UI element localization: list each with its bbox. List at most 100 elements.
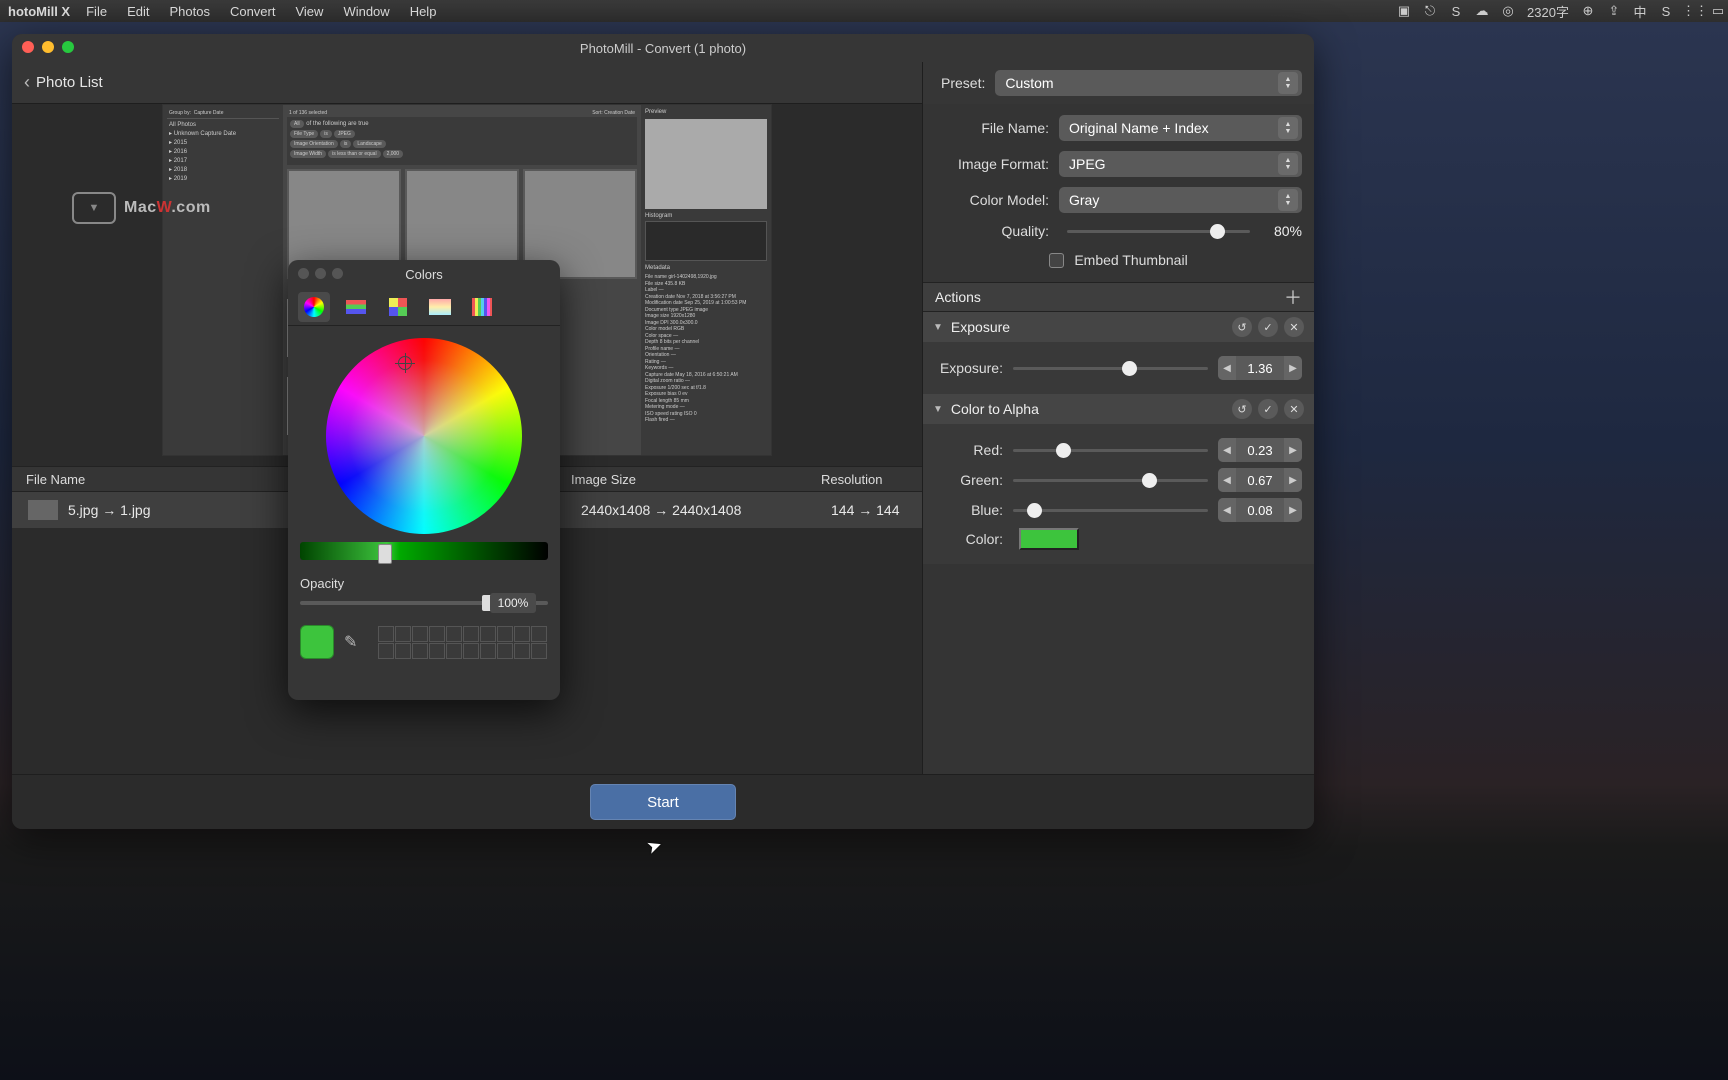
image-tab[interactable] [424, 292, 456, 322]
actions-header: Actions ＋ [923, 282, 1314, 312]
action-exposure-header[interactable]: ▼ Exposure ↺ ✓ ✕ [923, 312, 1314, 342]
color-wheel-icon [304, 297, 324, 317]
quality-slider[interactable] [1067, 230, 1250, 233]
brightness-slider[interactable] [300, 542, 548, 560]
select-arrows-icon: ▲▼ [1278, 189, 1298, 211]
red-slider[interactable] [1013, 449, 1208, 452]
colors-title: Colors [405, 267, 443, 282]
menu-photos[interactable]: Photos [169, 4, 209, 19]
quality-label: Quality: [935, 223, 1059, 239]
red-label: Red: [935, 442, 1013, 458]
blue-label: Blue: [935, 502, 1013, 518]
colors-titlebar[interactable]: Colors [288, 260, 560, 288]
footer: Start [12, 774, 1314, 829]
minimize-button[interactable] [42, 41, 54, 53]
colors-panel[interactable]: Colors Opacity 100% ✎ [288, 260, 560, 700]
col-resolution[interactable]: Resolution [807, 472, 922, 487]
menu-file[interactable]: File [86, 4, 107, 19]
sliders-tab[interactable] [340, 292, 372, 322]
palette-tab[interactable] [382, 292, 414, 322]
add-action-button[interactable]: ＋ [1284, 284, 1302, 310]
preset-select[interactable]: Custom ▲▼ [995, 70, 1302, 96]
check-icon[interactable]: ✓ [1258, 399, 1278, 419]
bookmark-icon[interactable]: ⎋ [1420, 3, 1440, 19]
camera-icon[interactable]: ▣ [1394, 3, 1414, 19]
menu-convert[interactable]: Convert [230, 4, 276, 19]
chat-icon[interactable]: ☁ [1472, 3, 1492, 19]
exposure-slider[interactable] [1013, 367, 1208, 370]
menu-help[interactable]: Help [410, 4, 437, 19]
col-image-size[interactable]: Image Size [557, 472, 807, 487]
back-photo-list[interactable]: ‹ Photo List [24, 72, 103, 93]
disclosure-triangle-icon: ▼ [933, 404, 943, 415]
red-stepper[interactable]: ◀0.23▶ [1218, 438, 1302, 462]
green-stepper[interactable]: ◀0.67▶ [1218, 468, 1302, 492]
brightness-thumb[interactable] [378, 544, 392, 564]
quality-value: 80% [1258, 223, 1302, 239]
back-label: Photo List [36, 74, 103, 91]
palette-icon [389, 298, 407, 316]
pencils-tab[interactable] [466, 292, 498, 322]
wifi-icon[interactable]: ⋮⋮ [1682, 3, 1702, 19]
swatch-grid[interactable] [378, 626, 547, 659]
cell-resolution: 144 → 144 [817, 502, 922, 518]
chevron-left-icon: ‹ [24, 72, 30, 93]
preset-label: Preset: [941, 75, 985, 91]
pencils-icon [472, 298, 492, 316]
s-icon[interactable]: S [1446, 4, 1466, 19]
file-name-select[interactable]: Original Name + Index ▲▼ [1059, 115, 1302, 141]
menu-view[interactable]: View [295, 4, 323, 19]
cell-image-size: 2440x1408 → 2440x1408 [567, 502, 817, 518]
image-format-select[interactable]: JPEG ▲▼ [1059, 151, 1302, 177]
mouse-cursor-icon: ➤ [644, 834, 665, 859]
watermark-text: MacW.com [124, 199, 211, 217]
clock-icon[interactable]: ⊕ [1578, 3, 1598, 19]
menu-edit[interactable]: Edit [127, 4, 149, 19]
opacity-value[interactable]: 100% [490, 593, 536, 613]
stepper-right-icon[interactable]: ▶ [1284, 356, 1302, 380]
zoom-button[interactable] [62, 41, 74, 53]
action-color-to-alpha-header[interactable]: ▼ Color to Alpha ↺ ✓ ✕ [923, 394, 1314, 424]
close-button[interactable] [22, 41, 34, 53]
color-model-select[interactable]: Gray ▲▼ [1059, 187, 1302, 213]
opacity-slider[interactable]: 100% [300, 601, 548, 605]
preset-row: Preset: Custom ▲▼ [922, 62, 1314, 104]
input-count[interactable]: 2320字 [1524, 2, 1572, 21]
green-label: Green: [935, 472, 1013, 488]
green-slider[interactable] [1013, 479, 1208, 482]
wheel-tab[interactable] [298, 292, 330, 322]
color-wheel[interactable] [326, 338, 522, 534]
sliders-icon [346, 300, 366, 314]
skype-icon[interactable]: S [1656, 4, 1676, 19]
battery-icon[interactable]: ▭ [1708, 3, 1728, 19]
watermark: ▼ MacW.com [72, 192, 211, 224]
check-icon[interactable]: ✓ [1258, 317, 1278, 337]
exposure-stepper[interactable]: ◀ 1.36 ▶ [1218, 356, 1302, 380]
reset-icon[interactable]: ↺ [1232, 399, 1252, 419]
app-window: PhotoMill - Convert (1 photo) ‹ Photo Li… [12, 34, 1314, 829]
menu-window[interactable]: Window [343, 4, 389, 19]
blue-slider[interactable] [1013, 509, 1208, 512]
mic-icon[interactable]: ⇪ [1604, 3, 1624, 19]
image-icon [429, 299, 451, 315]
exposure-label: Exposure: [935, 360, 1013, 376]
color-swatch[interactable] [1019, 528, 1079, 550]
window-title: PhotoMill - Convert (1 photo) [580, 41, 746, 56]
ime-icon[interactable]: 中 [1630, 2, 1650, 21]
opacity-label: Opacity [288, 566, 560, 595]
cc-icon[interactable]: ◎ [1498, 3, 1518, 19]
remove-icon[interactable]: ✕ [1284, 399, 1304, 419]
remove-icon[interactable]: ✕ [1284, 317, 1304, 337]
reset-icon[interactable]: ↺ [1232, 317, 1252, 337]
current-color-swatch[interactable] [300, 625, 334, 659]
eyedropper-icon[interactable]: ✎ [344, 632, 368, 652]
colors-traffic-lights[interactable] [298, 268, 343, 279]
wheel-marker-icon[interactable] [398, 356, 412, 370]
start-button[interactable]: Start [590, 784, 736, 820]
blue-stepper[interactable]: ◀0.08▶ [1218, 498, 1302, 522]
embed-thumbnail-checkbox[interactable] [1049, 253, 1064, 268]
stepper-left-icon[interactable]: ◀ [1218, 356, 1236, 380]
app-menu[interactable]: hotoMill X [8, 4, 70, 19]
select-arrows-icon: ▲▼ [1278, 117, 1298, 139]
color-label: Color: [935, 531, 1013, 547]
